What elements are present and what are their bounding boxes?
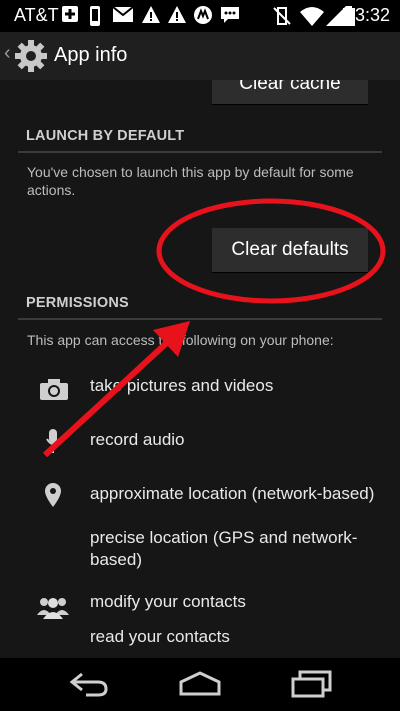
annotation-overlay — [42, 198, 386, 458]
home-icon[interactable] — [178, 670, 222, 698]
annotation-arrow-shaft — [42, 335, 175, 458]
back-icon[interactable] — [68, 670, 110, 698]
navigation-bar — [0, 658, 400, 711]
recent-apps-icon[interactable] — [290, 670, 332, 698]
highlight-ellipse — [156, 198, 386, 304]
